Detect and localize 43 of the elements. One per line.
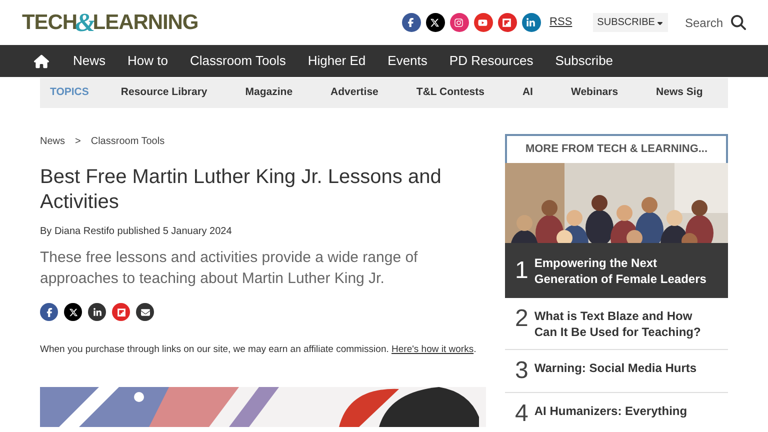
nav-link[interactable]: Classroom Tools	[190, 51, 286, 71]
instagram-icon[interactable]	[450, 13, 469, 32]
topic-link[interactable]: Magazine	[245, 85, 293, 101]
article-title: Best Free Martin Luther King Jr. Lessons and Activities	[40, 165, 442, 215]
search-icon	[731, 15, 746, 30]
x-logo-icon[interactable]	[426, 13, 445, 32]
flipboard-icon[interactable]	[112, 303, 130, 321]
nav-link[interactable]: PD Resources	[449, 51, 534, 71]
sidebar-article-link[interactable]: 3 Warning: Social Media Hurts	[505, 350, 728, 393]
topic-link[interactable]: T&L Contests	[416, 85, 484, 101]
topic-link[interactable]: Resource Library	[120, 85, 208, 101]
linkedin-icon[interactable]	[88, 303, 106, 321]
nav-link[interactable]: Events	[388, 51, 428, 71]
topics-label: TOPICS	[50, 85, 89, 100]
affiliate-disclaimer: When you purchase through links on our site, we may earn an affiliate commission. Here's how it works.	[40, 343, 478, 357]
byline: By Diana Restifo published 5 January 2024	[40, 225, 233, 239]
subscribe-button[interactable]: SUBSCRIBE	[593, 13, 668, 32]
nav-link[interactable]: Higher Ed	[308, 51, 366, 71]
facebook-icon[interactable]	[402, 13, 421, 32]
youtube-icon[interactable]	[474, 13, 493, 32]
search-button[interactable]: Search	[684, 14, 746, 32]
email-icon[interactable]	[136, 303, 154, 321]
disclaimer-link[interactable]: Here's how it works	[392, 344, 474, 355]
breadcrumb-link[interactable]: News	[40, 134, 66, 149]
x-logo-icon[interactable]	[64, 303, 82, 321]
home-icon[interactable]	[34, 54, 49, 68]
facebook-icon[interactable]	[40, 303, 58, 321]
featured-article-link[interactable]: 1 Empowering the Next Generation of Female Leaders	[505, 243, 728, 298]
site-logo[interactable]: TECH&LEARNING	[22, 3, 198, 42]
topic-link[interactable]: News Sig	[656, 85, 703, 101]
topic-link[interactable]: AI	[522, 85, 533, 101]
nav-link[interactable]: How to	[128, 51, 168, 71]
breadcrumb-separator: >	[75, 135, 81, 149]
rss-link[interactable]: RSS	[550, 14, 572, 31]
sidebar-article-link[interactable]: 4 AI Humanizers: Everything	[505, 393, 728, 432]
flipboard-icon[interactable]	[498, 13, 517, 32]
topic-link[interactable]: Webinars	[570, 85, 618, 101]
breadcrumb-link[interactable]: Classroom Tools	[90, 134, 165, 149]
nav-link[interactable]: Subscribe	[555, 51, 614, 71]
nav-link[interactable]: News	[73, 51, 106, 71]
article-standfirst: These free lessons and activities provide a wide range of approaches to teaching about Martin Luther King Jr.	[40, 248, 419, 289]
sidebar-article-link[interactable]: 2 What is Text Blaze and How Can It Be Used for Teaching?	[505, 298, 728, 350]
topic-link[interactable]: Advertise	[330, 85, 378, 101]
